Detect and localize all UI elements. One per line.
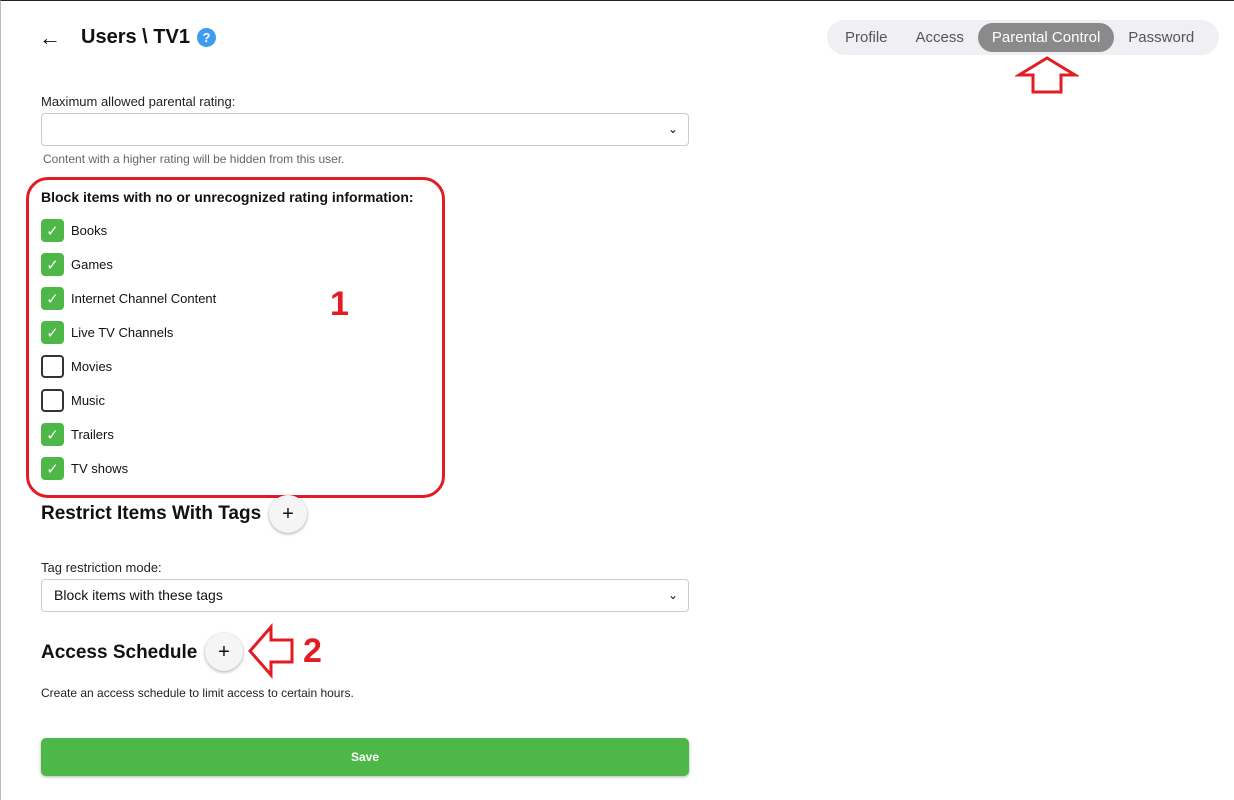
- checkmark-icon[interactable]: ✓: [41, 253, 64, 276]
- checkbox-label: Music: [71, 393, 105, 408]
- chevron-down-icon: ⌄: [667, 588, 678, 602]
- tag-mode-select[interactable]: Block items with these tags ⌄: [41, 579, 689, 612]
- checkbox-movies[interactable]: Movies: [41, 355, 112, 378]
- restrict-tags-heading: Restrict Items With Tags: [41, 503, 262, 524]
- checkbox-label: Games: [71, 257, 113, 272]
- checkbox-books[interactable]: ✓ Books: [41, 219, 107, 242]
- chevron-down-icon: ⌄: [667, 122, 678, 136]
- checkmark-icon[interactable]: ✓: [41, 219, 64, 242]
- checkmark-icon[interactable]: ✓: [41, 321, 64, 344]
- checkbox-label: Internet Channel Content: [71, 291, 217, 306]
- checkbox-empty-icon[interactable]: [41, 389, 64, 412]
- access-schedule-heading: Access Schedule: [41, 642, 198, 663]
- checkbox-label: Movies: [71, 359, 113, 374]
- annotation-arrow-up-icon: [1015, 56, 1079, 94]
- checkbox-tv-shows[interactable]: ✓ TV shows: [41, 457, 128, 480]
- checkbox-empty-icon[interactable]: [41, 355, 64, 378]
- annotation-arrow-left-icon: [248, 623, 294, 679]
- annotation-number-2: 2: [303, 632, 322, 670]
- block-unrated-title: Block items with no or unrecognized rati…: [41, 189, 414, 205]
- help-icon[interactable]: ?: [197, 28, 216, 47]
- parental-rating-select[interactable]: ⌄: [41, 113, 689, 146]
- checkbox-label: Trailers: [71, 427, 114, 442]
- add-schedule-button[interactable]: +: [205, 633, 243, 671]
- checkbox-label: Live TV Channels: [71, 325, 174, 340]
- annotation-number-1: 1: [330, 285, 349, 323]
- tab-bar: Profile Access Parental Control Password: [827, 20, 1219, 55]
- tag-mode-label: Tag restriction mode:: [41, 560, 162, 575]
- rating-hint: Content with a higher rating will be hid…: [43, 152, 345, 166]
- tab-access[interactable]: Access: [902, 23, 978, 52]
- checkbox-label: Books: [71, 223, 108, 238]
- checkbox-internet-channel-content[interactable]: ✓ Internet Channel Content: [41, 287, 216, 310]
- page-title: Users \ TV1: [81, 26, 190, 48]
- checkbox-label: TV shows: [71, 461, 129, 476]
- tag-mode-value: Block items with these tags: [54, 587, 223, 603]
- checkmark-icon[interactable]: ✓: [41, 423, 64, 446]
- save-button[interactable]: Save: [41, 738, 689, 776]
- checkbox-music[interactable]: Music: [41, 389, 105, 412]
- back-arrow-icon[interactable]: ←: [39, 25, 61, 51]
- checkbox-games[interactable]: ✓ Games: [41, 253, 113, 276]
- checkbox-trailers[interactable]: ✓ Trailers: [41, 423, 114, 446]
- checkmark-icon[interactable]: ✓: [41, 287, 64, 310]
- tab-password[interactable]: Password: [1114, 23, 1208, 52]
- tab-parental-control[interactable]: Parental Control: [977, 23, 1115, 52]
- add-tag-button[interactable]: +: [269, 495, 307, 533]
- tab-profile[interactable]: Profile: [831, 23, 902, 52]
- checkbox-live-tv-channels[interactable]: ✓ Live TV Channels: [41, 321, 173, 344]
- checkmark-icon[interactable]: ✓: [41, 457, 64, 480]
- schedule-hint: Create an access schedule to limit acces…: [41, 686, 354, 700]
- rating-label: Maximum allowed parental rating:: [41, 94, 236, 109]
